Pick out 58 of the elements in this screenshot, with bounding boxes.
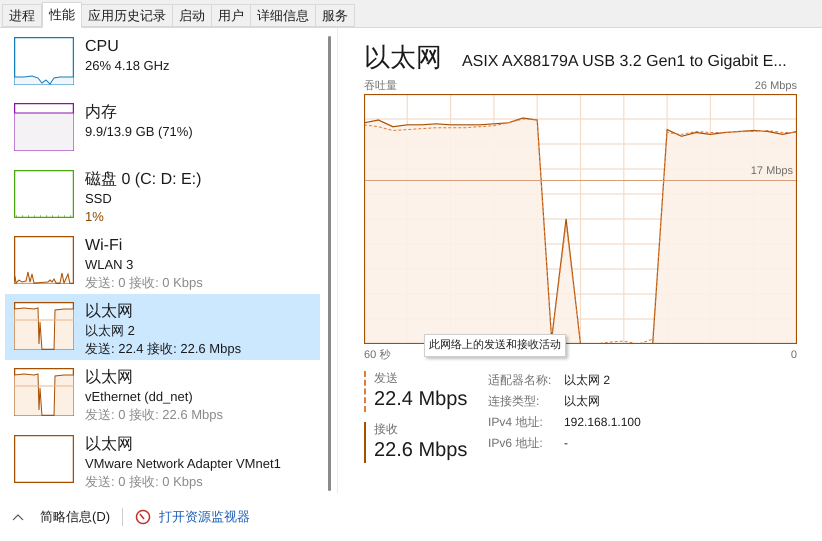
adapter-name: ASIX AX88179A USB 3.2 Gen1 to Gigabit E... [462, 52, 787, 72]
item-detail: vEthernet (dd_net) [85, 388, 194, 406]
stat-value: 22.6 Mbps [374, 438, 468, 463]
collapse-details-toggle[interactable]: 简略信息(D) [40, 507, 110, 527]
performance-item[interactable]: 磁盘 0 (C: D: E:) SSD 1% [5, 162, 320, 228]
item-title: 磁盘 0 (C: D: E:) [85, 170, 202, 190]
tab[interactable]: 用户 [211, 4, 251, 27]
property-label: 连接类型: [488, 393, 540, 410]
performance-item[interactable]: CPU 26% 4.18 GHz [5, 29, 320, 96]
property-value: - [564, 435, 569, 452]
property-label: IPv6 地址: [488, 435, 544, 452]
property-value: 192.168.1.100 [564, 414, 641, 431]
performance-item[interactable]: 内存 9.9/13.9 GB (71%) [5, 95, 320, 162]
axis-label: 吞吐量 [364, 79, 397, 94]
scrollbar[interactable] [328, 36, 331, 491]
item-detail: 9.9/13.9 GB (71%) [85, 123, 193, 142]
item-detail: 发送: 22.4 接收: 22.6 Mbps [85, 340, 242, 358]
tab[interactable]: 应用历史记录 [81, 4, 173, 27]
item-detail: 1% [85, 208, 105, 226]
axis-tick-label: 26 Mbps [754, 79, 797, 94]
item-detail: VMware Network Adapter VMnet1 [85, 454, 281, 473]
item-detail: 26% 4.18 GHz [85, 57, 170, 75]
chevron-up-icon[interactable] [12, 513, 24, 521]
item-detail: 发送: 0 接收: 0 Kbps [85, 274, 203, 292]
item-title: 以太网 [85, 434, 134, 455]
property-label: IPv4 地址: [488, 414, 544, 431]
item-detail: 发送: 0 接收: 0 Kbps [85, 472, 204, 491]
time-label: 0 [790, 348, 797, 363]
performance-item[interactable]: 以太网 以太网 2 发送: 22.4 接收: 22.6 Mbps [5, 294, 320, 360]
item-title: 以太网 [85, 368, 134, 388]
item-detail: WLAN 3 [85, 256, 134, 274]
performance-item[interactable]: 以太网 VMware Network Adapter VMnet1 发送: 0 接收: 0 Kbps [5, 426, 320, 493]
property-label: 适配器名称: [488, 372, 552, 389]
tab[interactable]: 启动 [172, 4, 212, 27]
property-value: 以太网 2 [564, 372, 612, 389]
item-detail: 发送: 0 接收: 22.6 Mbps [85, 406, 223, 424]
tab[interactable]: 详细信息 [250, 4, 316, 27]
performance-item[interactable]: Wi-Fi WLAN 3 发送: 0 接收: 0 Kbps [5, 228, 320, 294]
tooltip: 此网络上的发送和接收活动 [424, 334, 566, 356]
item-detail: 以太网 2 [85, 322, 136, 340]
tab[interactable]: 性能 [42, 2, 82, 28]
item-title: 内存 [85, 103, 118, 124]
resource-title: 以太网 [364, 42, 442, 72]
item-title: 以太网 [85, 302, 134, 322]
stat-label: 发送 [374, 371, 398, 386]
performance-item[interactable]: 以太网 vEthernet (dd_net) 发送: 0 接收: 22.6 Mbps [5, 360, 320, 427]
item-title: CPU [85, 37, 120, 57]
stat-label: 接收 [374, 422, 398, 437]
item-detail: SSD [85, 190, 113, 208]
gauge-icon [135, 509, 152, 525]
reference-label: 17 Mbps [750, 164, 793, 178]
property-value: 以太网 [564, 393, 601, 410]
tab[interactable]: 服务 [315, 4, 355, 27]
time-label: 60 秒 [364, 348, 390, 363]
stat-value: 22.4 Mbps [374, 387, 468, 412]
open-resource-monitor-link[interactable]: 打开资源监视器 [159, 507, 250, 527]
item-title: Wi-Fi [85, 236, 124, 256]
tab[interactable]: 进程 [2, 4, 42, 27]
